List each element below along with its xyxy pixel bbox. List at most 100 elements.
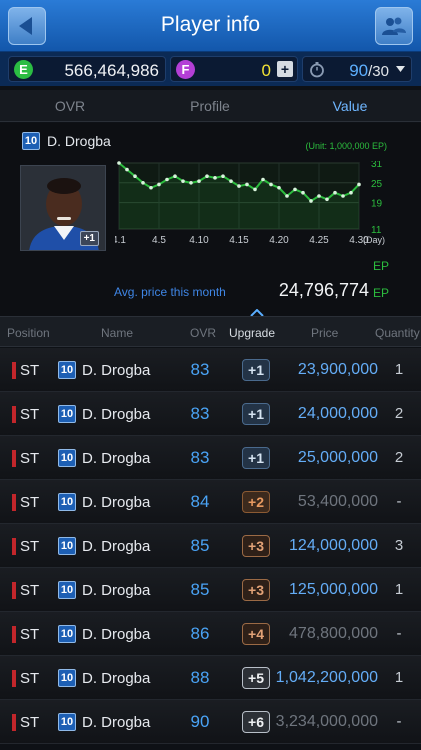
row-quantity: 1: [394, 361, 404, 378]
avg-price-label: Avg. price this month: [114, 285, 226, 299]
price-history-chart: 312519114.14.54.104.154.204.254.30(Day): [115, 161, 385, 246]
chart-unit-note: (Unit: 1,000,000 EP): [305, 141, 387, 151]
row-ovr: 83: [190, 404, 210, 423]
ep-balance: E 566,464,986: [8, 56, 166, 82]
page-title: Player info: [160, 13, 261, 36]
table-row[interactable]: ST 10 D. Drogba 83 +1 24,000,000 2: [0, 392, 421, 436]
row-position: ST: [20, 670, 40, 687]
row-quantity: 2: [394, 405, 404, 422]
chart-y-tick: 19: [371, 199, 383, 210]
row-player-name: D. Drogba: [82, 714, 151, 731]
tab-ovr[interactable]: OVR: [0, 98, 140, 114]
row-price: 1,042,200,000: [275, 669, 378, 686]
col-upgrade[interactable]: Upgrade: [229, 326, 275, 340]
row-position: ST: [20, 582, 40, 599]
add-fc-button[interactable]: +: [277, 61, 293, 77]
season-badge: 10: [22, 132, 40, 150]
row-price: 53,400,000: [297, 493, 378, 510]
col-ovr: OVR: [190, 326, 217, 340]
row-upgrade-badge: +3: [242, 535, 270, 557]
row-position: ST: [20, 538, 40, 555]
tab-bar: OVR Profile Value: [0, 90, 421, 122]
table-row[interactable]: ST 10 D. Drogba 90 +6 3,234,000,000 -: [0, 700, 421, 744]
row-position: ST: [20, 406, 40, 423]
row-upgrade-badge: +4: [242, 623, 270, 645]
row-quantity: 3: [394, 537, 404, 554]
row-player-name: D. Drogba: [82, 538, 151, 555]
chart-point: [205, 174, 209, 178]
chart-point: [277, 185, 281, 190]
position-color-bar: [12, 362, 16, 379]
position-color-bar: [12, 406, 16, 423]
row-upgrade-badge: +5: [242, 667, 270, 689]
chart-x-unit: (Day): [363, 235, 385, 245]
row-ovr: 85: [190, 580, 210, 599]
chart-point: [253, 187, 257, 192]
table-row[interactable]: ST 10 D. Drogba 83 +1 23,900,000 1: [0, 348, 421, 392]
player-photo: +1: [20, 165, 106, 251]
chart-point: [181, 179, 185, 183]
row-price: 125,000,000: [289, 581, 378, 598]
chart-x-tick: 4.10: [189, 235, 209, 246]
people-icon: [382, 17, 406, 35]
chart-point: [261, 177, 265, 182]
friends-button[interactable]: [375, 7, 413, 45]
row-player-name: D. Drogba: [82, 582, 151, 599]
chart-point: [269, 182, 273, 187]
row-quantity: 1: [394, 669, 404, 686]
table-row[interactable]: ST 10 D. Drogba 88 +5 1,042,200,000 1: [0, 656, 421, 700]
row-price: 3,234,000,000: [275, 713, 378, 730]
fc-value: 0: [261, 61, 271, 80]
table-row[interactable]: ST 10 D. Drogba 84 +2 53,400,000 -: [0, 480, 421, 524]
row-quantity: -: [396, 625, 402, 642]
chart-x-tick: 4.1: [115, 235, 126, 246]
chart-y-tick: 31: [371, 161, 383, 170]
row-season-badge: 10: [58, 537, 76, 555]
row-player-name: D. Drogba: [82, 670, 151, 687]
row-upgrade-badge: +2: [242, 491, 270, 513]
chart-point: [189, 181, 193, 185]
tab-value[interactable]: Value: [280, 98, 420, 114]
position-color-bar: [12, 494, 16, 511]
table-row[interactable]: ST 10 D. Drogba 83 +1 25,000,000 2: [0, 436, 421, 480]
fc-balance: F 0 +: [170, 56, 298, 82]
table-row[interactable]: ST 10 D. Drogba 86 +4 478,800,000 -: [0, 612, 421, 656]
chart-point: [213, 176, 217, 180]
row-quantity: 2: [394, 449, 404, 466]
listing-table: ST 10 D. Drogba 83 +1 23,900,000 1 ST 10 D. Drogb…: [0, 348, 421, 744]
chart-point: [245, 182, 249, 187]
chart-point: [285, 194, 289, 198]
col-price: Price: [311, 326, 339, 340]
position-color-bar: [12, 626, 16, 643]
position-color-bar: [12, 670, 16, 687]
chart-point: [149, 185, 153, 190]
row-price: 25,000,000: [297, 449, 378, 466]
row-season-badge: 10: [58, 669, 76, 687]
chart-point: [325, 197, 329, 202]
chart-point: [173, 174, 177, 178]
row-season-badge: 10: [58, 713, 76, 731]
avg-price-value: 24,796,774: [278, 280, 369, 300]
chart-point: [133, 174, 137, 178]
chart-x-tick: 4.5: [152, 235, 166, 246]
row-season-badge: 10: [58, 625, 76, 643]
row-player-name: D. Drogba: [82, 450, 151, 467]
row-ovr: 90: [190, 712, 210, 731]
row-player-name: D. Drogba: [82, 406, 151, 423]
row-season-badge: 10: [58, 449, 76, 467]
table-row[interactable]: ST 10 D. Drogba 85 +3 124,000,000 3: [0, 524, 421, 568]
row-position: ST: [20, 494, 40, 511]
chart-x-tick: 4.25: [309, 235, 329, 246]
position-color-bar: [12, 582, 16, 599]
row-player-name: D. Drogba: [82, 626, 151, 643]
player-name: D. Drogba: [47, 133, 111, 149]
row-upgrade-badge: +1: [242, 403, 270, 425]
fc-coin-icon: F: [176, 60, 195, 79]
chart-point: [301, 190, 305, 195]
stamina-dropdown[interactable]: 90/30: [302, 56, 412, 82]
row-ovr: 83: [190, 360, 210, 379]
chart-point: [333, 190, 337, 195]
chart-point: [293, 187, 297, 192]
table-row[interactable]: ST 10 D. Drogba 85 +3 125,000,000 1: [0, 568, 421, 612]
tab-profile[interactable]: Profile: [140, 98, 280, 114]
